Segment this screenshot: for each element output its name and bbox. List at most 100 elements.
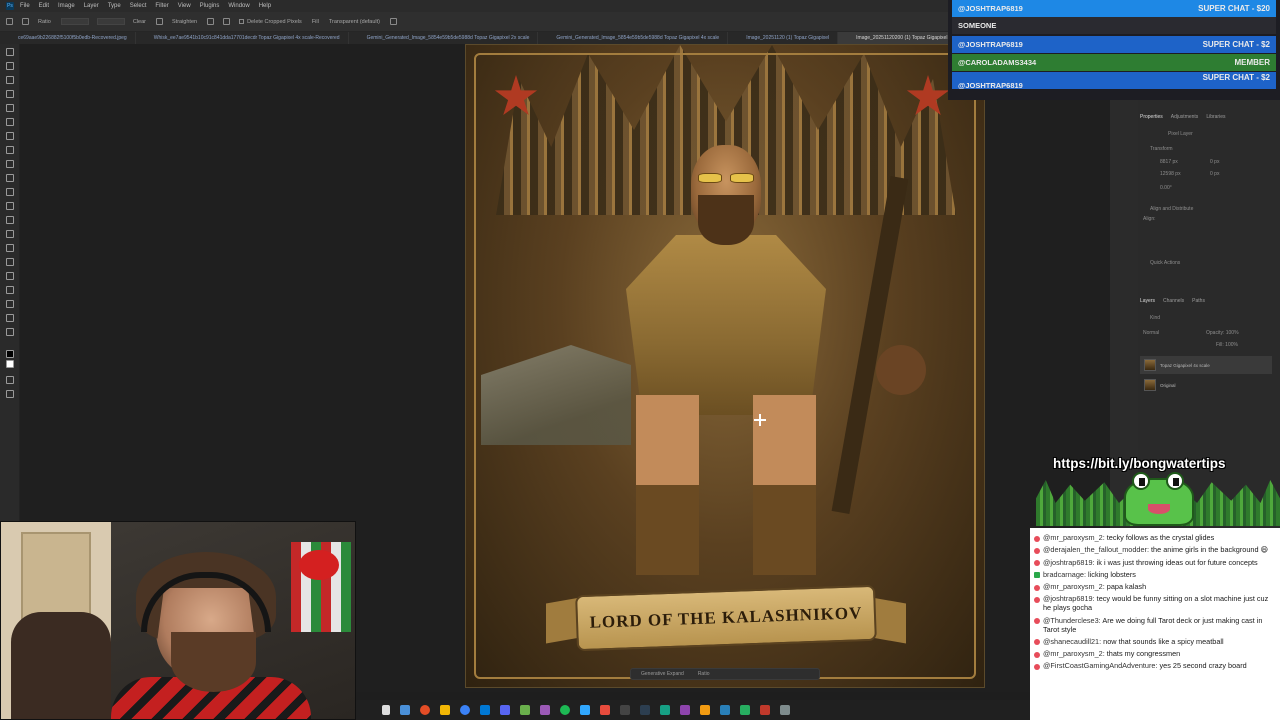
straighten-button[interactable]: Straighten bbox=[172, 19, 197, 25]
tab-libraries[interactable]: Libraries bbox=[1206, 114, 1225, 124]
blend-mode-select[interactable]: Normal bbox=[1143, 330, 1159, 336]
clone-stamp-icon[interactable] bbox=[6, 174, 14, 182]
document-tab[interactable]: Image_20251120 (1) Topaz Gigapixel bbox=[728, 32, 839, 44]
menu-layer[interactable]: Layer bbox=[84, 3, 99, 9]
tab-adjustments[interactable]: Adjustments bbox=[1171, 114, 1199, 124]
document-tab[interactable]: ce69aae9b226882f5100f5b0edb-Recovered.jp… bbox=[0, 32, 136, 44]
discord-icon[interactable] bbox=[500, 705, 510, 715]
layer-row[interactable]: Original bbox=[1140, 376, 1272, 394]
app-icon[interactable] bbox=[760, 705, 770, 715]
background-color-icon[interactable] bbox=[6, 360, 14, 368]
app-icon[interactable] bbox=[720, 705, 730, 715]
document-tab[interactable]: Whisk_ee7ae9541b10c91c841dda17701decdr T… bbox=[136, 32, 349, 44]
app-icon[interactable] bbox=[520, 705, 530, 715]
generative-expand-button[interactable]: Generative Expand bbox=[641, 671, 684, 677]
object-select-tool-icon[interactable] bbox=[6, 90, 14, 98]
app-icon[interactable] bbox=[780, 705, 790, 715]
fill-select[interactable]: Transparent (default) bbox=[329, 19, 380, 25]
eyedropper-tool-icon[interactable] bbox=[6, 132, 14, 140]
delete-cropped-checkbox[interactable] bbox=[239, 19, 245, 24]
pen-tool-icon[interactable] bbox=[6, 258, 14, 266]
straighten-icon[interactable] bbox=[156, 18, 163, 25]
zoom-tool-icon[interactable] bbox=[6, 328, 14, 336]
ratio-height-field[interactable] bbox=[96, 18, 125, 25]
hand-tool-icon[interactable] bbox=[6, 314, 14, 322]
settings-gear-icon[interactable] bbox=[223, 18, 231, 25]
layer-kind-filter[interactable]: Kind bbox=[1150, 315, 1160, 321]
gradient-tool-icon[interactable] bbox=[6, 216, 14, 224]
clear-button[interactable]: Clear bbox=[133, 19, 146, 25]
screen-mode-icon[interactable] bbox=[6, 390, 14, 398]
crop-tool-icon[interactable] bbox=[22, 18, 29, 25]
lasso-tool-icon[interactable] bbox=[6, 76, 14, 84]
obs-icon[interactable] bbox=[640, 705, 650, 715]
app-icon[interactable] bbox=[740, 705, 750, 715]
width-field[interactable]: 8817 px bbox=[1160, 159, 1178, 165]
move-tool-icon[interactable] bbox=[6, 48, 14, 56]
menu-type[interactable]: Type bbox=[108, 3, 121, 9]
foreground-color-icon[interactable] bbox=[6, 350, 14, 358]
x-field[interactable]: 0 px bbox=[1210, 159, 1219, 165]
menu-image[interactable]: Image bbox=[58, 3, 75, 9]
layer-row-active[interactable]: Topaz Gigapixel 4x scale bbox=[1140, 356, 1272, 374]
tab-channels[interactable]: Channels bbox=[1163, 298, 1184, 308]
overlay-grid-icon[interactable] bbox=[207, 18, 215, 25]
ratio-select[interactable]: Ratio bbox=[38, 19, 51, 25]
chrome-icon[interactable] bbox=[460, 705, 470, 715]
app-icon[interactable] bbox=[700, 705, 710, 715]
file-explorer-icon[interactable] bbox=[400, 705, 410, 715]
eraser-tool-icon[interactable] bbox=[6, 202, 14, 210]
document-tab-active[interactable]: Image_20251120200 (1) Topaz Gigapixel 4x bbox=[838, 32, 964, 44]
info-icon[interactable] bbox=[390, 18, 397, 25]
home-icon[interactable] bbox=[6, 18, 13, 25]
menu-view[interactable]: View bbox=[178, 3, 191, 9]
dodge-tool-icon[interactable] bbox=[6, 244, 14, 252]
crop-tool-icon[interactable] bbox=[6, 104, 14, 112]
ratio-width-field[interactable] bbox=[60, 18, 89, 25]
chat-message: bradcarnage: licking lobsters bbox=[1034, 570, 1278, 580]
quick-mask-icon[interactable] bbox=[6, 376, 14, 384]
menu-window[interactable]: Window bbox=[228, 3, 249, 9]
menu-filter[interactable]: Filter bbox=[155, 3, 168, 9]
app-icon[interactable] bbox=[540, 705, 550, 715]
folder-icon[interactable] bbox=[440, 705, 450, 715]
document-tab[interactable]: Gemini_Generated_Image_5854e59b5de5988d … bbox=[538, 32, 729, 44]
angle-field[interactable]: 0.00° bbox=[1160, 185, 1172, 191]
height-field[interactable]: 12598 px bbox=[1160, 171, 1181, 177]
chat-message: @mr_paroxysm_2: papa kalash bbox=[1034, 582, 1278, 592]
photoshop-logo-icon[interactable]: Ps bbox=[6, 2, 14, 10]
tab-properties[interactable]: Properties bbox=[1140, 114, 1163, 124]
menu-select[interactable]: Select bbox=[130, 3, 147, 9]
spotify-icon[interactable] bbox=[560, 705, 570, 715]
app-icon[interactable] bbox=[680, 705, 690, 715]
tab-paths[interactable]: Paths bbox=[1192, 298, 1205, 308]
app-icon[interactable] bbox=[660, 705, 670, 715]
path-select-icon[interactable] bbox=[6, 286, 14, 294]
brush-tool-icon[interactable] bbox=[6, 160, 14, 168]
app-icon[interactable] bbox=[620, 705, 630, 715]
healing-brush-icon[interactable] bbox=[6, 146, 14, 154]
type-tool-icon[interactable] bbox=[6, 272, 14, 280]
start-menu-icon[interactable] bbox=[382, 705, 390, 715]
opacity-field[interactable]: Opacity: 100% bbox=[1206, 330, 1239, 336]
menu-plugins[interactable]: Plugins bbox=[200, 3, 220, 9]
frame-tool-icon[interactable] bbox=[6, 118, 14, 126]
tab-layers[interactable]: Layers bbox=[1140, 298, 1155, 308]
artwork-image[interactable]: LORD OF THE KALASHNIKOV bbox=[465, 44, 985, 688]
marquee-tool-icon[interactable] bbox=[6, 62, 14, 70]
document-tab[interactable]: Gemini_Generated_Image_5854e59b5de5988d … bbox=[349, 32, 539, 44]
menu-file[interactable]: File bbox=[20, 3, 30, 9]
blur-tool-icon[interactable] bbox=[6, 230, 14, 238]
fill-field[interactable]: Fill: 100% bbox=[1216, 342, 1238, 348]
app-icon[interactable] bbox=[600, 705, 610, 715]
menu-edit[interactable]: Edit bbox=[39, 3, 49, 9]
app-icon[interactable] bbox=[480, 705, 490, 715]
shape-tool-icon[interactable] bbox=[6, 300, 14, 308]
history-brush-icon[interactable] bbox=[6, 188, 14, 196]
context-ratio-select[interactable]: Ratio bbox=[698, 671, 710, 677]
menu-help[interactable]: Help bbox=[259, 3, 271, 9]
superchat-overlay: @JOSHTRAP6819 SUPER CHAT - $20 SOMEONE @… bbox=[948, 0, 1280, 100]
photoshop-icon[interactable] bbox=[580, 705, 590, 715]
browser-icon[interactable] bbox=[420, 705, 430, 715]
y-field[interactable]: 0 px bbox=[1210, 171, 1219, 177]
